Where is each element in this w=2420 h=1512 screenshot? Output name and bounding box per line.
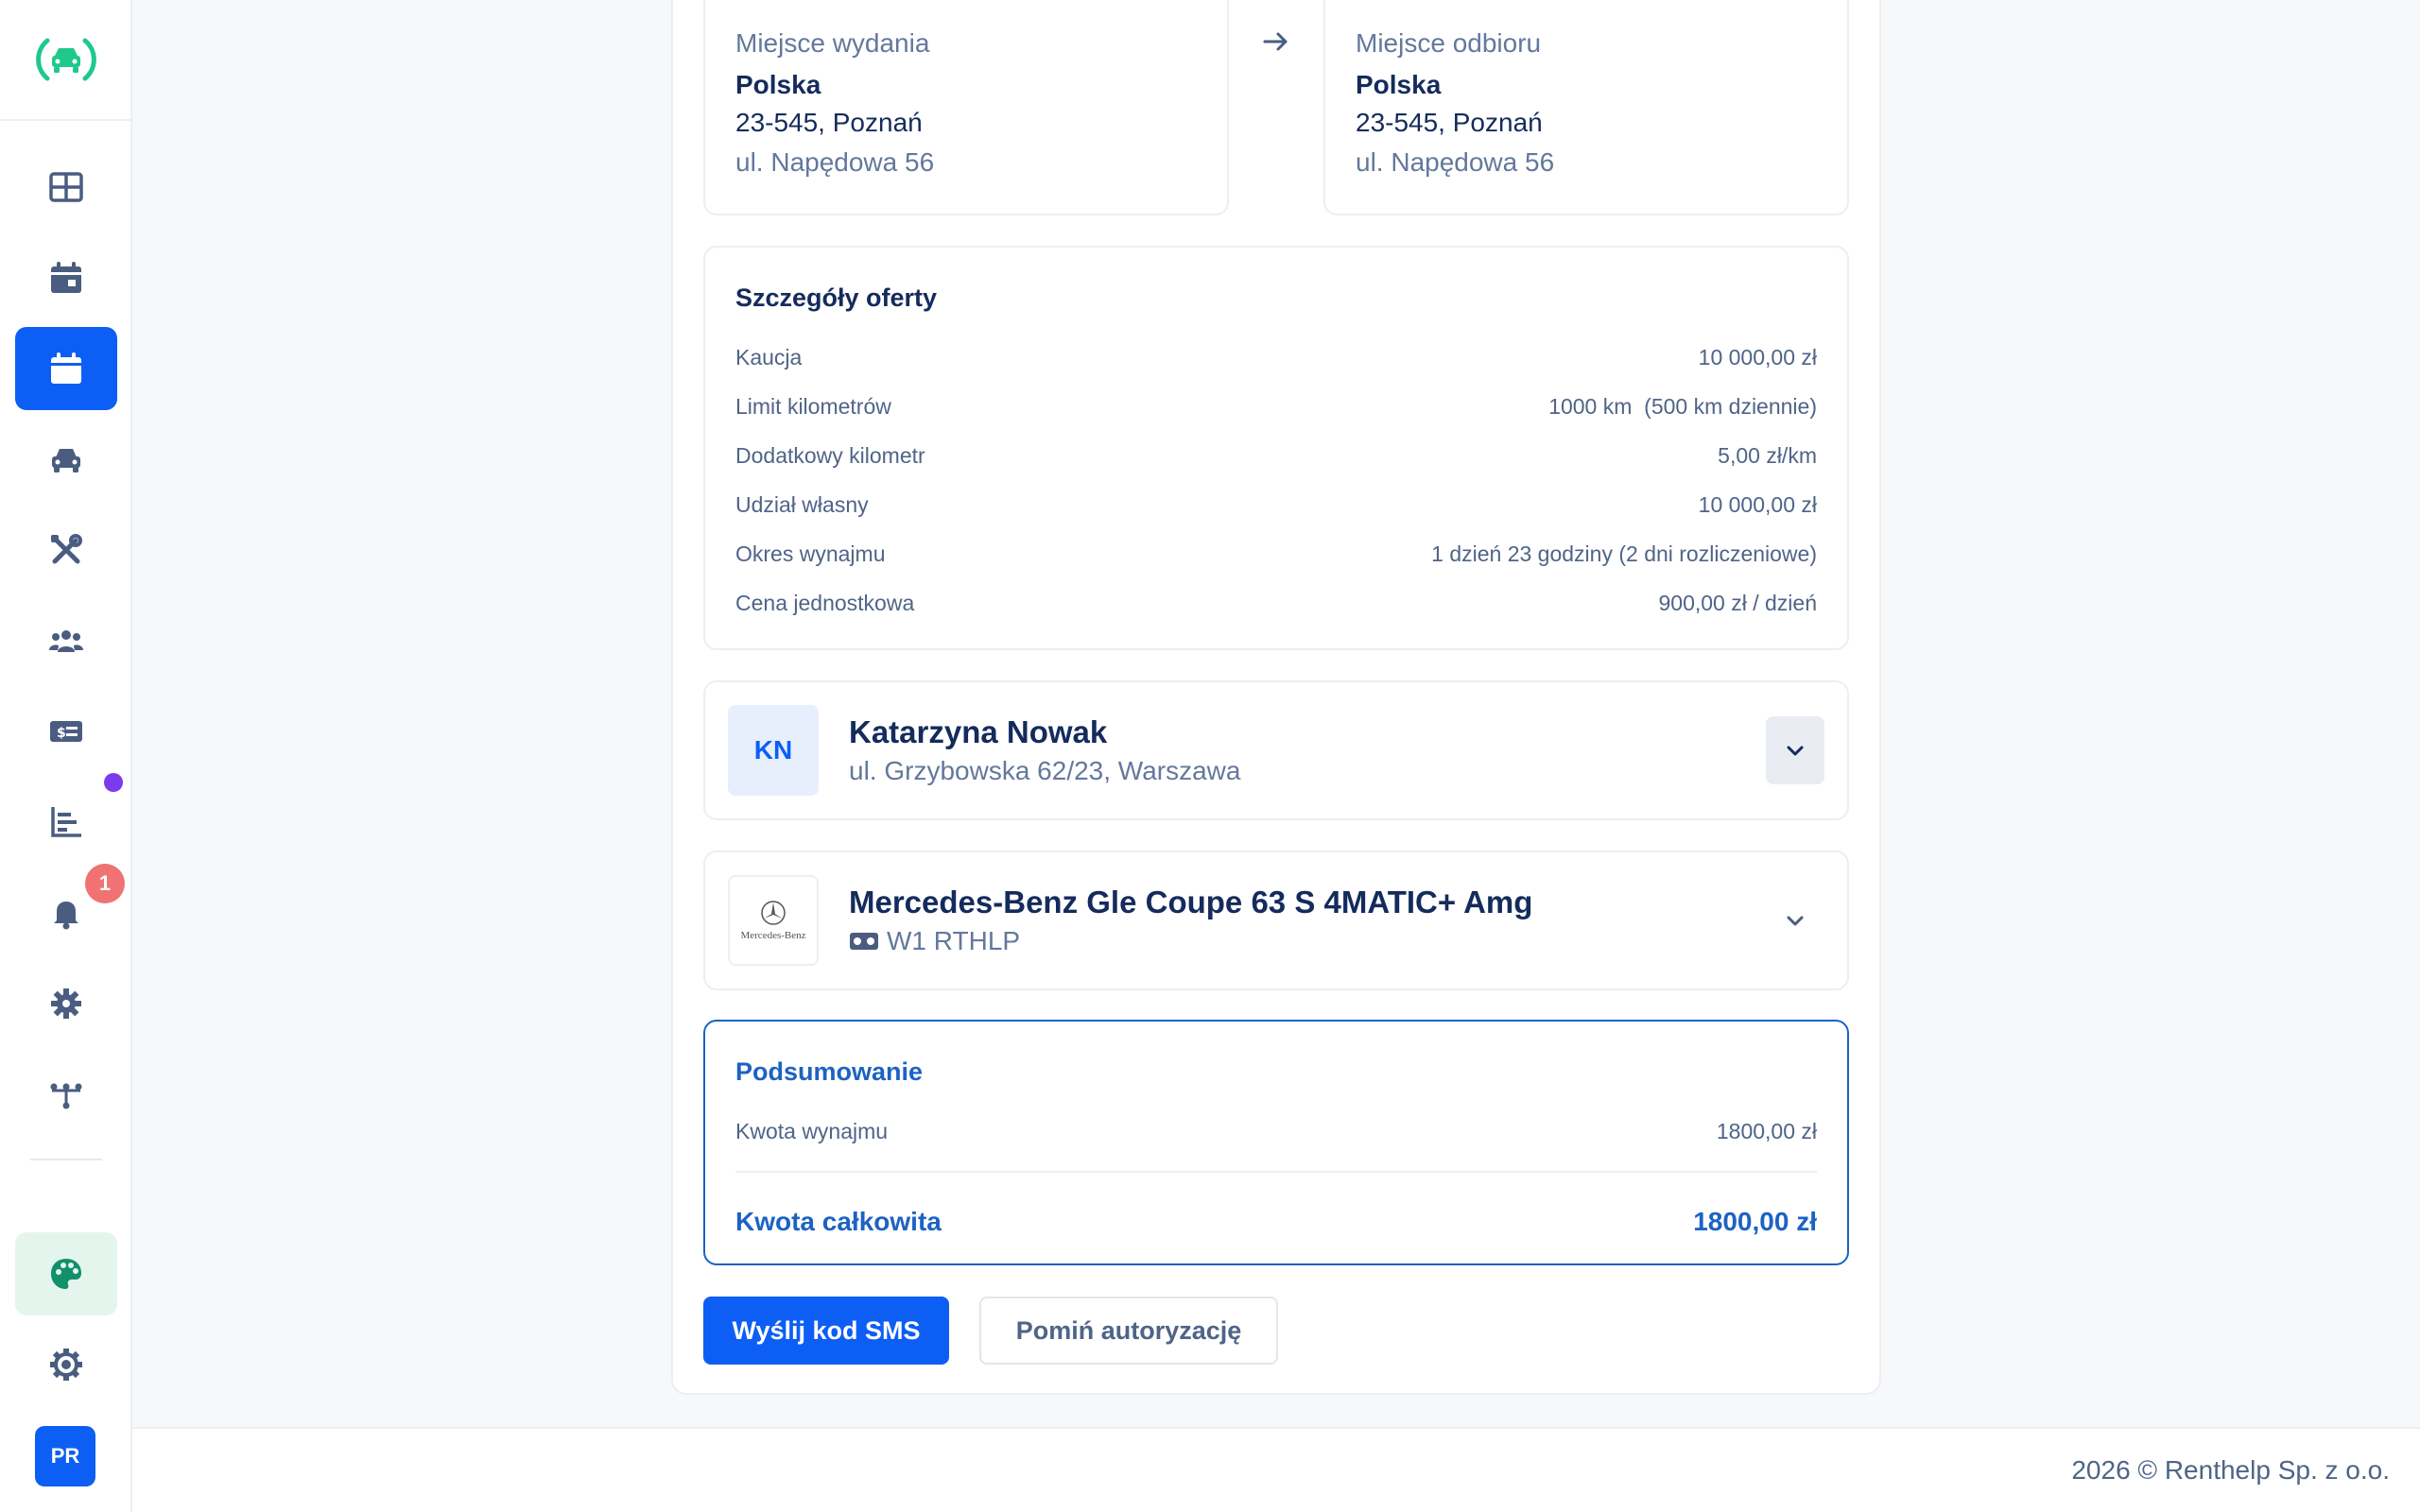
tools-icon bbox=[51, 534, 82, 564]
offer-row: Okres wynajmu 1 dzień 23 godziny (2 dni r… bbox=[735, 541, 1817, 566]
car-icon bbox=[52, 449, 80, 472]
vehicle-expand-button[interactable] bbox=[1766, 886, 1824, 954]
nav-calendar[interactable] bbox=[15, 236, 117, 319]
offer-row: Dodatkowy kilometr 5,00 zł/km bbox=[735, 442, 1817, 468]
send-sms-button[interactable]: Wyślij kod SMS bbox=[703, 1297, 949, 1365]
nav-system-settings[interactable] bbox=[15, 1323, 117, 1406]
customer-name: Katarzyna Nowak bbox=[849, 714, 1108, 749]
car-logo-icon bbox=[36, 38, 96, 81]
arrow-right-icon bbox=[1263, 32, 1288, 51]
app-logo[interactable] bbox=[0, 0, 132, 121]
nav-vehicles[interactable] bbox=[15, 418, 117, 501]
cog-icon bbox=[50, 1349, 82, 1381]
nav-reservations[interactable] bbox=[15, 327, 117, 410]
vehicle-name: Mercedes-Benz Gle Coupe 63 S 4MATIC+ Amg bbox=[849, 885, 1533, 919]
offer-details-title: Szczegóły oferty bbox=[735, 284, 938, 312]
notification-badge: 1 bbox=[85, 864, 125, 903]
customer-address: ul. Grzybowska 62/23, Warszawa bbox=[849, 756, 1241, 785]
footer-copyright: 2026 © Renthelp Sp. z o.o. bbox=[2071, 1455, 2390, 1485]
nav-theme[interactable] bbox=[15, 1232, 117, 1315]
summary-divider bbox=[735, 1171, 1817, 1173]
pickup-location-box: Miejsce wydania Polska 23-545, Poznań ul… bbox=[703, 0, 1229, 215]
chart-bar-icon bbox=[51, 807, 81, 837]
summary-total-row: Kwota całkowita 1800,00 zł bbox=[735, 1207, 1817, 1236]
dropoff-city: 23-545, Poznań bbox=[1356, 108, 1543, 137]
users-icon bbox=[49, 630, 83, 652]
pickup-country: Polska bbox=[735, 70, 821, 99]
skip-authorization-button[interactable]: Pomiń autoryzację bbox=[979, 1297, 1278, 1365]
chevron-down-icon bbox=[1787, 746, 1804, 756]
nav-customers[interactable] bbox=[15, 599, 117, 682]
pickup-street: ul. Napędowa 56 bbox=[735, 147, 935, 177]
nav-integrations[interactable] bbox=[15, 1053, 117, 1136]
nav-payments[interactable]: $ bbox=[15, 690, 117, 773]
footer: 2026 © Renthelp Sp. z o.o. bbox=[132, 1427, 2420, 1512]
calendar-active-icon bbox=[51, 352, 81, 384]
nav-reports[interactable] bbox=[15, 781, 117, 864]
user-avatar[interactable]: PR bbox=[35, 1426, 95, 1486]
vehicle-box: Mercedes-Benz Mercedes-Benz Gle Coupe 63… bbox=[703, 850, 1849, 990]
bell-icon bbox=[54, 902, 78, 930]
offer-details-box: Szczegóły oferty Kaucja 10 000,00 zł Limi… bbox=[703, 246, 1849, 650]
nav-settings[interactable] bbox=[15, 962, 117, 1045]
gear-icon bbox=[51, 988, 81, 1019]
customer-avatar: KN bbox=[728, 705, 819, 796]
pickup-city: 23-545, Poznań bbox=[735, 108, 923, 137]
vehicle-brand-logo: Mercedes-Benz bbox=[728, 875, 819, 966]
mercedes-star-icon bbox=[761, 901, 786, 925]
sidebar-divider bbox=[30, 1159, 102, 1160]
sidebar: $ 1 PR bbox=[0, 0, 132, 1512]
summary-title: Podsumowanie bbox=[735, 1057, 924, 1086]
offer-row: Cena jednostkowa 900,00 zł / dzień bbox=[735, 590, 1817, 615]
summary-rent-row: Kwota wynajmu 1800,00 zł bbox=[735, 1118, 1817, 1143]
offer-row: Udział własny 10 000,00 zł bbox=[735, 491, 1817, 517]
dropoff-country: Polska bbox=[1356, 70, 1442, 99]
palette-icon bbox=[51, 1259, 81, 1289]
calendar-icon bbox=[51, 262, 81, 293]
summary-box: Podsumowanie Kwota wynajmu 1800,00 zł Kwo… bbox=[703, 1020, 1849, 1265]
customer-expand-button[interactable] bbox=[1766, 716, 1824, 784]
dashboard-grid-icon bbox=[49, 172, 83, 202]
dropoff-label: Miejsce odbioru bbox=[1356, 28, 1542, 58]
dropoff-street: ul. Napędowa 56 bbox=[1356, 147, 1555, 177]
pickup-label: Miejsce wydania bbox=[735, 28, 930, 58]
integrations-icon bbox=[50, 1083, 82, 1109]
dropoff-location-box: Miejsce odbioru Polska 23-545, Poznań ul… bbox=[1323, 0, 1849, 215]
nav-service[interactable] bbox=[15, 508, 117, 592]
svg-text:$: $ bbox=[57, 726, 66, 741]
license-plate-icon bbox=[850, 933, 878, 950]
status-dot bbox=[104, 773, 123, 792]
customer-box: KN Katarzyna Nowak ul. Grzybowska 62/23,… bbox=[703, 680, 1849, 820]
offer-row: Limit kilometrów 1000 km (500 km dziennie… bbox=[735, 393, 1817, 419]
chevron-down-icon bbox=[1787, 916, 1804, 926]
nav-dashboard[interactable] bbox=[15, 146, 117, 229]
vehicle-plate: W1 RTHLP bbox=[849, 926, 1020, 956]
offer-row: Kaucja 10 000,00 zł bbox=[735, 344, 1817, 369]
money-card-icon: $ bbox=[50, 721, 82, 742]
